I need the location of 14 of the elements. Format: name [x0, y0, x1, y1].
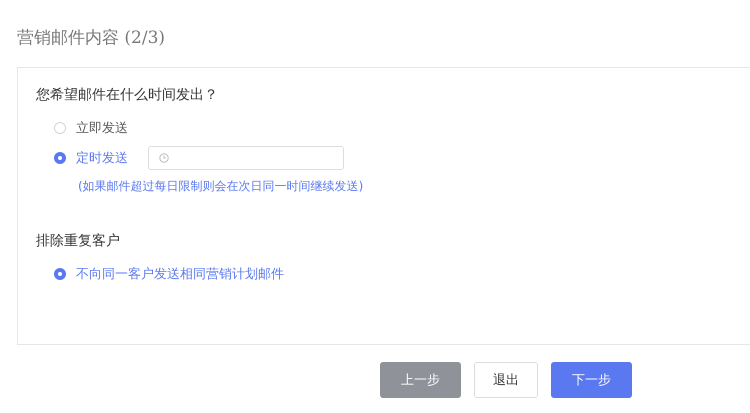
- step-button[interactable]: 退出: [474, 362, 538, 398]
- time-input-field[interactable]: [148, 146, 344, 170]
- radio-button[interactable]: [54, 268, 66, 280]
- hint-text: (如果邮件超过每日限制则会在次日同一时间继续发送): [78, 178, 364, 195]
- section-heading: 排除重复客户: [36, 232, 121, 251]
- radio-label[interactable]: 立即发送: [76, 119, 128, 137]
- page-title: 营销邮件内容 (2/3): [17, 27, 166, 50]
- step-button[interactable]: 上一步: [380, 362, 461, 398]
- radio-label[interactable]: 不向同一客户发送相同营销计划邮件: [76, 265, 284, 283]
- radio-button[interactable]: [54, 152, 66, 164]
- step-button[interactable]: 下一步: [551, 362, 632, 398]
- clock-icon: [159, 153, 169, 163]
- radio-label[interactable]: 定时发送: [76, 149, 128, 167]
- section-heading: 您希望邮件在什么时间发出？: [36, 86, 219, 105]
